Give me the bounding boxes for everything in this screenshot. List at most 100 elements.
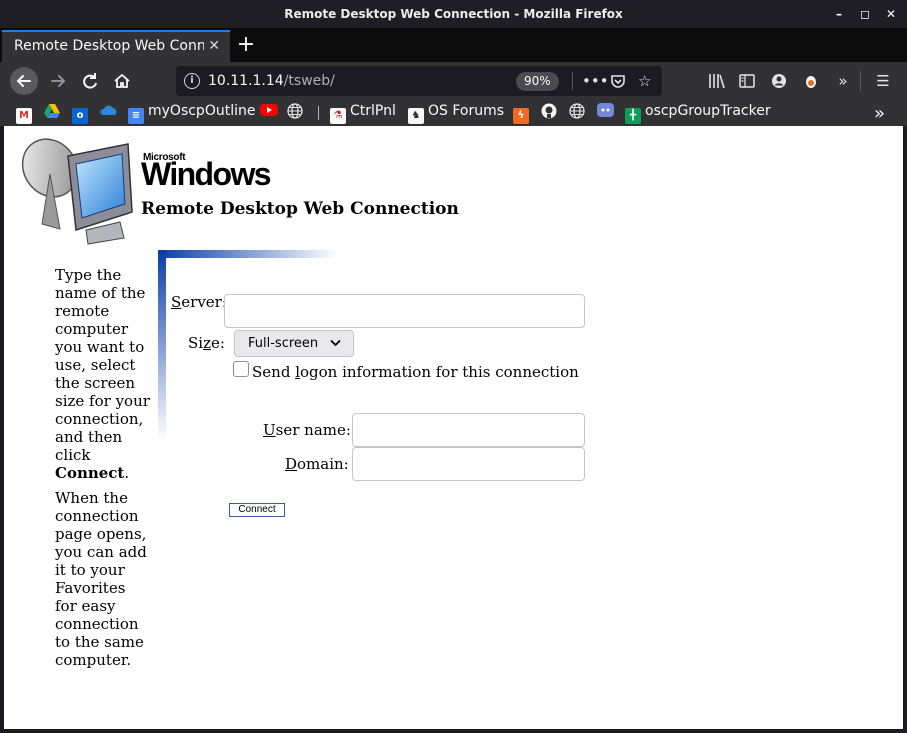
domain-label: Domain: [285, 455, 349, 473]
globe-icon [287, 103, 303, 119]
help-text-part: . [124, 464, 130, 482]
decorative-gradient-left [158, 250, 166, 440]
decorative-gradient-top [158, 250, 338, 258]
size-select-value: Full-screen [248, 336, 319, 351]
tab-title: Remote Desktop Web Conne [14, 38, 204, 54]
bookmark-globe-1[interactable] [287, 103, 303, 123]
bookmark-discord[interactable] [597, 103, 614, 123]
remote-desktop-logo-icon [21, 138, 133, 245]
os-forums-icon: ♞ [408, 108, 424, 124]
sidebar-icon[interactable] [736, 67, 758, 95]
forward-arrow-icon [51, 75, 66, 87]
bookmark-label: OS Forums [428, 103, 505, 119]
domain-input[interactable] [352, 447, 585, 481]
urlbar-divider [572, 72, 573, 90]
bookmark-ctrlpnl[interactable]: ⚗ CtrlPnl [330, 103, 396, 124]
bookmark-label: CtrlPnl [350, 103, 396, 119]
reload-button[interactable] [76, 67, 104, 95]
zoom-level-badge[interactable]: 90% [516, 72, 559, 91]
home-icon [114, 73, 130, 88]
server-input[interactable] [224, 294, 585, 328]
tab-strip: Remote Desktop Web Conne ✕ + [0, 28, 907, 62]
bookmark-globe-2[interactable] [569, 103, 585, 123]
help-connect-emphasis: Connect [55, 464, 125, 482]
windows-wordmark: Windows [141, 156, 272, 192]
username-label-accesskey: U [263, 421, 276, 439]
bookmarks-overflow-icon[interactable]: » [874, 103, 885, 124]
bookmark-oscpgrouptracker[interactable]: ╋ oscpGroupTracker [625, 103, 771, 124]
hamburger-menu-icon[interactable]: ☰ [872, 67, 894, 95]
lightning-icon: ϟ [513, 108, 529, 124]
google-sheets-icon: ╋ [625, 108, 641, 124]
url-host: 10.11.1.14 [208, 73, 284, 89]
connect-button[interactable]: Connect [229, 503, 285, 517]
bookmark-star-icon[interactable]: ☆ [638, 66, 651, 96]
send-logon-label[interactable]: Send logon information for this connecti… [252, 363, 579, 381]
send-logon-text: ogon information for this connection [300, 363, 579, 381]
bookmark-separator [318, 106, 319, 120]
outlook-icon: o [72, 108, 88, 124]
minimize-button[interactable]: – [833, 0, 845, 28]
navigation-toolbar: i 10.11.1.14/tsweb/ 90% ••• ☆ » ☰ [0, 62, 907, 100]
bookmark-youtube[interactable] [260, 103, 278, 123]
bookmarks-toolbar: M o ≡ myOscpOutline ⚗ CtrlPnl ♞ OS Forums ϟ… [0, 100, 907, 126]
page-actions-icon[interactable]: ••• [582, 66, 609, 96]
username-input[interactable] [352, 413, 585, 447]
url-bar[interactable]: i 10.11.1.14/tsweb/ 90% ••• ☆ [176, 66, 662, 96]
toolbar-divider [860, 71, 861, 91]
maximize-button[interactable]: ◻ [859, 0, 871, 28]
size-label: Size: [188, 334, 225, 352]
domain-label-accesskey: D [285, 455, 298, 473]
size-label-accesskey: z [203, 334, 211, 352]
help-paragraph-2: When the connection page opens, you can … [55, 489, 147, 669]
bookmark-lightning[interactable]: ϟ [513, 103, 533, 124]
help-paragraph-1: Type the name of the remote computer you… [55, 266, 151, 482]
overflow-chevrons-icon[interactable]: » [832, 67, 854, 95]
youtube-icon [260, 104, 278, 116]
reload-icon [83, 73, 97, 89]
google-docs-icon: ≡ [128, 108, 144, 124]
page-content: Microsoft Windows Remote Desktop Web Con… [4, 126, 903, 729]
tab-close-icon[interactable]: ✕ [208, 32, 220, 60]
forward-button[interactable] [44, 67, 72, 95]
home-button[interactable] [108, 67, 136, 95]
account-icon[interactable] [768, 67, 790, 95]
back-button[interactable] [10, 67, 38, 95]
size-label-text: e: [210, 334, 225, 352]
page-title: Remote Desktop Web Connection [141, 199, 459, 219]
send-logon-text: Send [252, 363, 296, 381]
new-tab-button[interactable]: + [236, 28, 256, 62]
url-path: /tsweb/ [283, 73, 335, 89]
onedrive-icon [100, 105, 117, 115]
bookmark-github[interactable] [541, 103, 557, 123]
username-label-text: ser name: [275, 421, 351, 439]
site-info-icon[interactable]: i [184, 73, 200, 89]
ctrlpnl-icon: ⚗ [330, 108, 346, 124]
size-select[interactable]: Full-screen [234, 330, 354, 357]
server-label: Server: [171, 293, 227, 311]
bookmark-os-forums[interactable]: ♞ OS Forums [408, 103, 505, 124]
bookmark-label: oscpGroupTracker [645, 103, 771, 119]
tab-remote-desktop[interactable]: Remote Desktop Web Conne ✕ [2, 30, 230, 62]
bookmark-gmail[interactable]: M [16, 103, 36, 124]
library-icon[interactable] [706, 67, 728, 95]
username-label: User name: [263, 421, 351, 439]
bookmark-onedrive[interactable] [100, 103, 118, 123]
pocket-icon[interactable] [610, 66, 626, 96]
send-logon-checkbox[interactable] [233, 361, 249, 377]
help-text: Type the name of the remote computer you… [55, 266, 151, 676]
size-label-text: Si [188, 334, 204, 352]
bookmark-label: myOscpOutline [148, 103, 256, 119]
bookmark-myoscpoutline[interactable]: ≡ myOscpOutline [128, 103, 256, 124]
url-text[interactable]: 10.11.1.14/tsweb/ [208, 66, 335, 96]
discord-icon [597, 103, 614, 117]
bookmark-drive[interactable] [44, 103, 60, 123]
bookmark-outlook[interactable]: o [72, 103, 92, 124]
window-title: Remote Desktop Web Connection - Mozilla … [284, 7, 623, 21]
server-label-text: erver: [181, 293, 227, 311]
extension-icon[interactable] [800, 67, 822, 95]
domain-label-text: omain: [297, 455, 349, 473]
close-window-button[interactable]: ✕ [885, 0, 897, 28]
github-icon [541, 103, 557, 119]
help-text-part: Type the name of the remote computer you… [55, 266, 150, 464]
